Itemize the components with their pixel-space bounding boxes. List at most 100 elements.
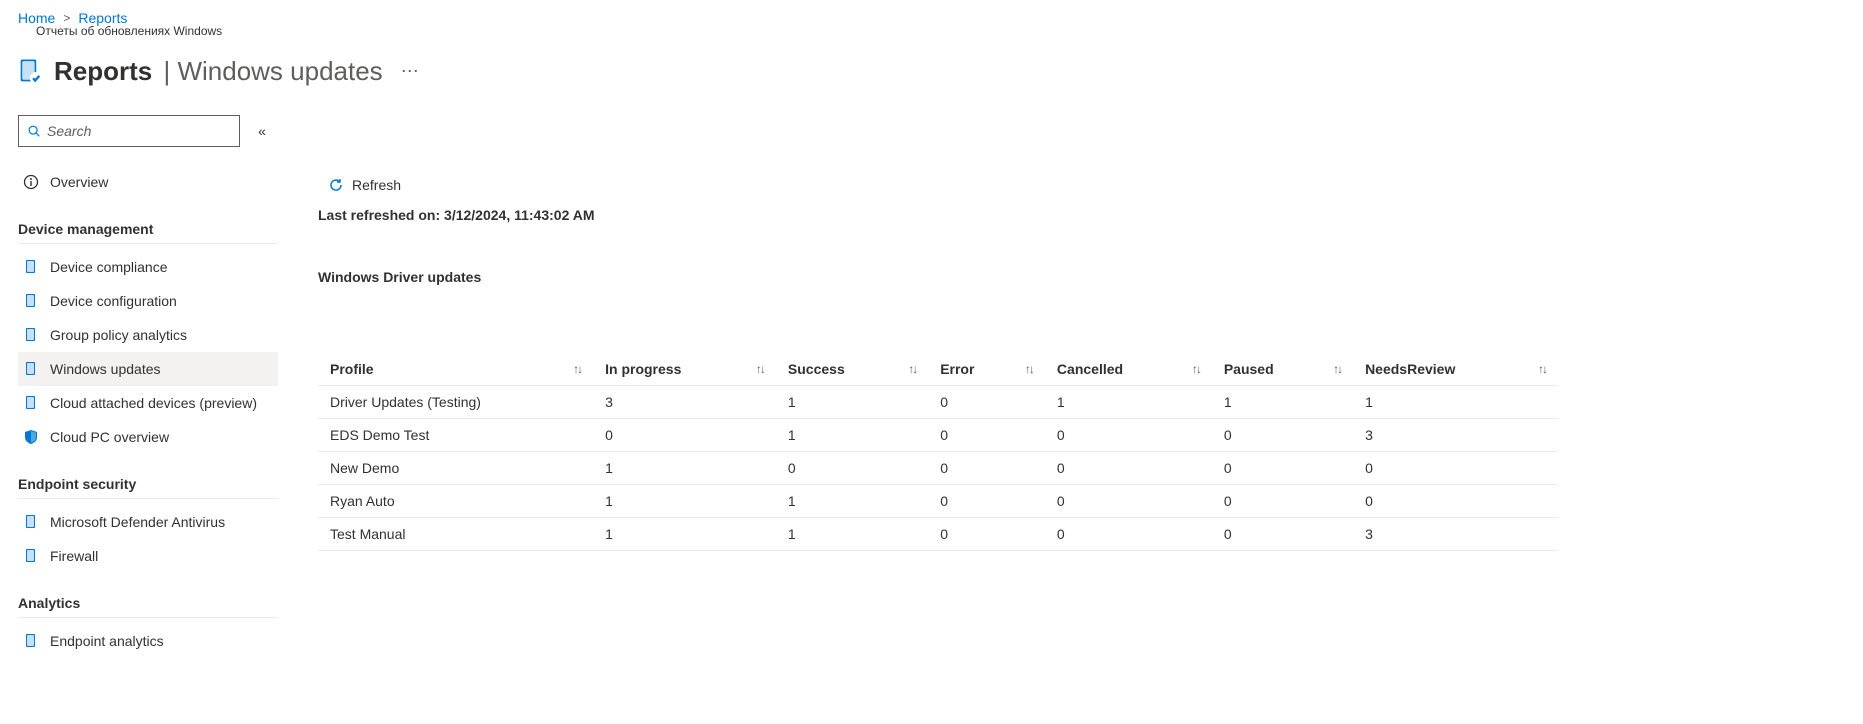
cell-needsreview: 0: [1353, 485, 1558, 518]
nav-overview-label: Overview: [50, 174, 108, 190]
document-icon: [22, 548, 40, 564]
collapse-sidebar-button[interactable]: «: [254, 123, 270, 139]
cell-profile: Test Manual: [318, 518, 593, 551]
cell-cancelled: 0: [1045, 485, 1212, 518]
nav-defender-antivirus-label: Microsoft Defender Antivirus: [50, 514, 225, 530]
sort-icon: ↑↓: [908, 362, 916, 376]
section-device-management: Device management: [18, 221, 278, 244]
cell-inprogress: 1: [593, 518, 776, 551]
table-row[interactable]: EDS Demo Test010003: [318, 419, 1558, 452]
sort-icon: ↑↓: [1192, 362, 1200, 376]
info-icon: [22, 174, 40, 190]
table-row[interactable]: Driver Updates (Testing)310111: [318, 386, 1558, 419]
cell-error: 0: [928, 485, 1045, 518]
more-actions-button[interactable]: ⋯: [393, 57, 429, 86]
search-box[interactable]: [18, 115, 240, 147]
sort-icon: ↑↓: [1333, 362, 1341, 376]
col-inprogress[interactable]: In progress ↑↓: [593, 353, 776, 386]
cell-success: 0: [776, 452, 928, 485]
nav-defender-antivirus[interactable]: Microsoft Defender Antivirus: [18, 505, 278, 539]
subcaption: Отчеты об обновлениях Windows: [36, 24, 1845, 38]
cell-needsreview: 3: [1353, 419, 1558, 452]
document-icon: [22, 361, 40, 377]
document-icon: [22, 293, 40, 309]
cell-profile: EDS Demo Test: [318, 419, 593, 452]
last-refreshed: Last refreshed on: 3/12/2024, 11:43:02 A…: [318, 207, 1845, 223]
search-input[interactable]: [47, 123, 231, 139]
cell-error: 0: [928, 518, 1045, 551]
table-row[interactable]: Ryan Auto110000: [318, 485, 1558, 518]
col-success[interactable]: Success ↑↓: [776, 353, 928, 386]
cell-paused: 0: [1212, 485, 1353, 518]
cell-success: 1: [776, 386, 928, 419]
reports-header-icon: [16, 58, 44, 86]
cell-success: 1: [776, 485, 928, 518]
table-row[interactable]: Test Manual110003: [318, 518, 1558, 551]
nav-cloud-attached-devices[interactable]: Cloud attached devices (preview): [18, 386, 278, 420]
document-icon: [22, 633, 40, 649]
chevron-right-icon: >: [63, 11, 70, 25]
cell-success: 1: [776, 419, 928, 452]
nav-windows-updates[interactable]: Windows updates: [18, 352, 278, 386]
last-refreshed-label: Last refreshed on:: [318, 207, 444, 223]
nav-cloud-pc-overview-label: Cloud PC overview: [50, 429, 169, 445]
sort-icon: ↑↓: [1025, 362, 1033, 376]
nav-group-policy-analytics-label: Group policy analytics: [50, 327, 187, 343]
sort-icon: ↑↓: [573, 362, 581, 376]
sort-icon: ↑↓: [756, 362, 764, 376]
cell-cancelled: 0: [1045, 419, 1212, 452]
col-error[interactable]: Error ↑↓: [928, 353, 1045, 386]
nav-cloud-pc-overview[interactable]: Cloud PC overview: [18, 420, 278, 454]
col-error-label: Error: [940, 361, 974, 377]
section-endpoint-security: Endpoint security: [18, 476, 278, 499]
cell-inprogress: 3: [593, 386, 776, 419]
col-cancelled[interactable]: Cancelled ↑↓: [1045, 353, 1212, 386]
nav-overview[interactable]: Overview: [18, 165, 278, 199]
cell-cancelled: 1: [1045, 386, 1212, 419]
col-profile[interactable]: Profile ↑↓: [318, 353, 593, 386]
col-success-label: Success: [788, 361, 845, 377]
cell-profile: Driver Updates (Testing): [318, 386, 593, 419]
col-inprogress-label: In progress: [605, 361, 681, 377]
col-profile-label: Profile: [330, 361, 374, 377]
page-title: Reports | Windows updates: [54, 56, 383, 87]
col-needsreview-label: NeedsReview: [1365, 361, 1455, 377]
cell-paused: 0: [1212, 452, 1353, 485]
col-needsreview[interactable]: NeedsReview ↑↓: [1353, 353, 1558, 386]
nav-device-configuration-label: Device configuration: [50, 293, 177, 309]
nav-windows-updates-label: Windows updates: [50, 361, 161, 377]
driver-updates-table: Profile ↑↓ In progress ↑↓ Success ↑↓ Error ↑…: [318, 353, 1558, 551]
nav-device-configuration[interactable]: Device configuration: [18, 284, 278, 318]
cell-inprogress: 1: [593, 452, 776, 485]
page-title-light: | Windows updates: [163, 56, 382, 86]
cell-paused: 1: [1212, 386, 1353, 419]
cell-profile: Ryan Auto: [318, 485, 593, 518]
page-title-strong: Reports: [54, 56, 152, 86]
cell-error: 0: [928, 386, 1045, 419]
cell-needsreview: 1: [1353, 386, 1558, 419]
nav-endpoint-analytics-label: Endpoint analytics: [50, 633, 164, 649]
cloud-icon: [22, 429, 40, 445]
cell-error: 0: [928, 452, 1045, 485]
cell-success: 1: [776, 518, 928, 551]
col-cancelled-label: Cancelled: [1057, 361, 1123, 377]
document-icon: [22, 395, 40, 411]
document-icon: [22, 259, 40, 275]
nav-firewall-label: Firewall: [50, 548, 98, 564]
nav-group-policy-analytics[interactable]: Group policy analytics: [18, 318, 278, 352]
cell-paused: 0: [1212, 518, 1353, 551]
col-paused[interactable]: Paused↑↓: [1212, 353, 1353, 386]
nav-firewall[interactable]: Firewall: [18, 539, 278, 573]
table-row[interactable]: New Demo100000: [318, 452, 1558, 485]
nav-cloud-attached-devices-label: Cloud attached devices (preview): [50, 395, 257, 411]
nav-device-compliance-label: Device compliance: [50, 259, 168, 275]
last-refreshed-value: 3/12/2024, 11:43:02 AM: [444, 207, 594, 223]
sort-icon: ↑↓: [1538, 362, 1546, 376]
section-analytics: Analytics: [18, 595, 278, 618]
refresh-icon: [328, 177, 344, 193]
refresh-button[interactable]: Refresh: [328, 177, 1845, 193]
nav-device-compliance[interactable]: Device compliance: [18, 250, 278, 284]
cell-paused: 0: [1212, 419, 1353, 452]
nav-endpoint-analytics[interactable]: Endpoint analytics: [18, 624, 278, 658]
cell-needsreview: 3: [1353, 518, 1558, 551]
